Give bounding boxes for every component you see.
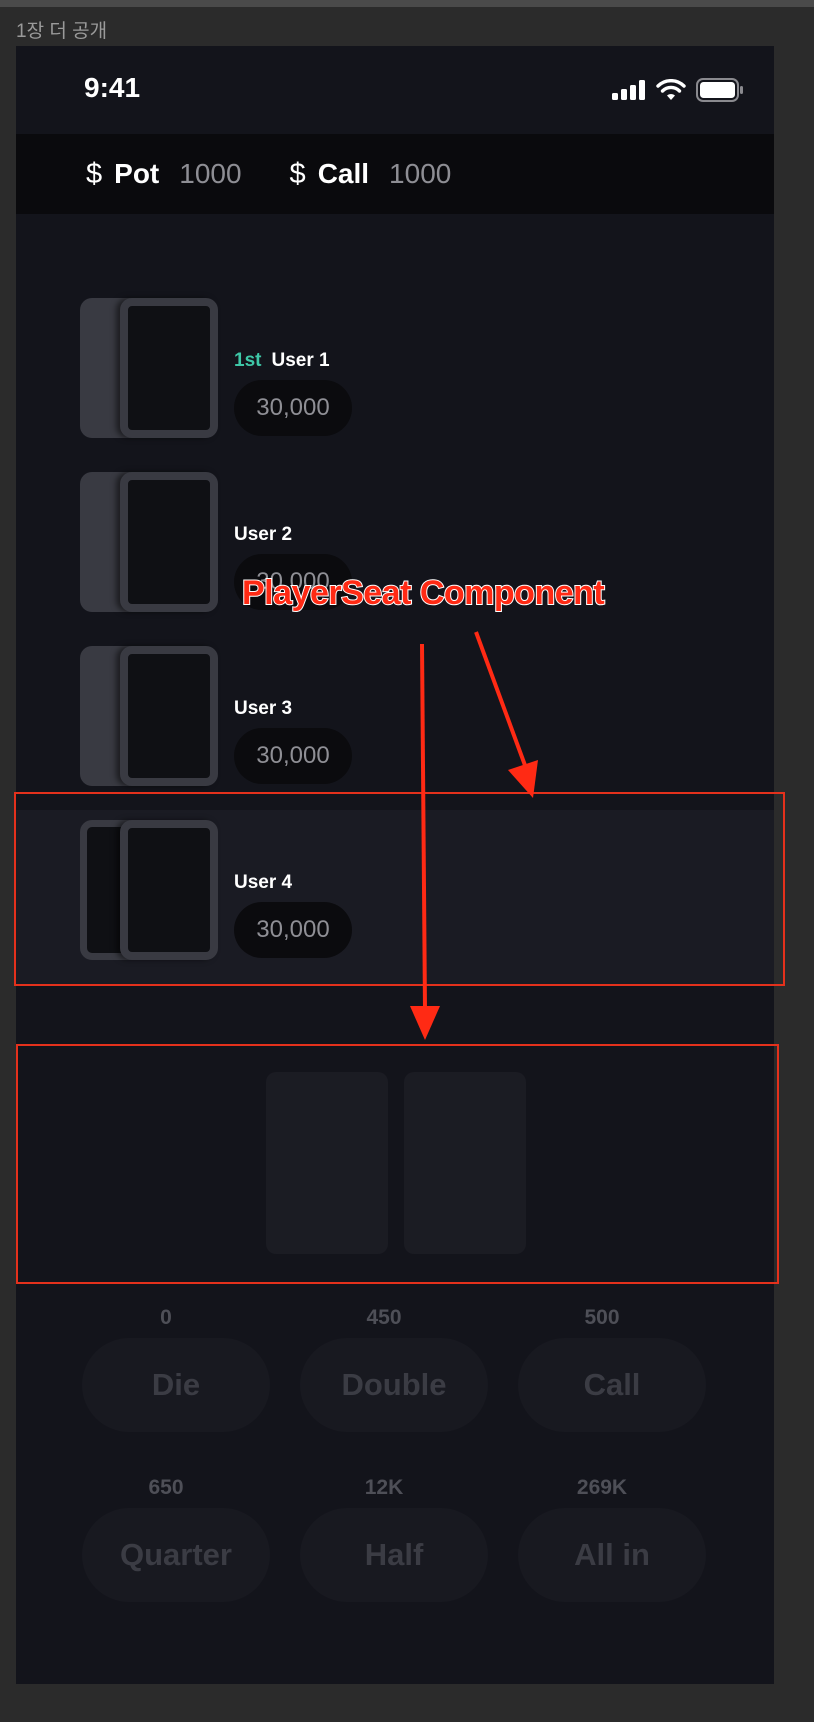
arrow-line-to-seat (474, 631, 528, 769)
annotation-arrows (410, 631, 538, 1040)
arrow-head-to-hand (410, 1006, 440, 1040)
arrow-line-to-hand (420, 643, 427, 1011)
arrow-head-to-seat (508, 760, 538, 798)
